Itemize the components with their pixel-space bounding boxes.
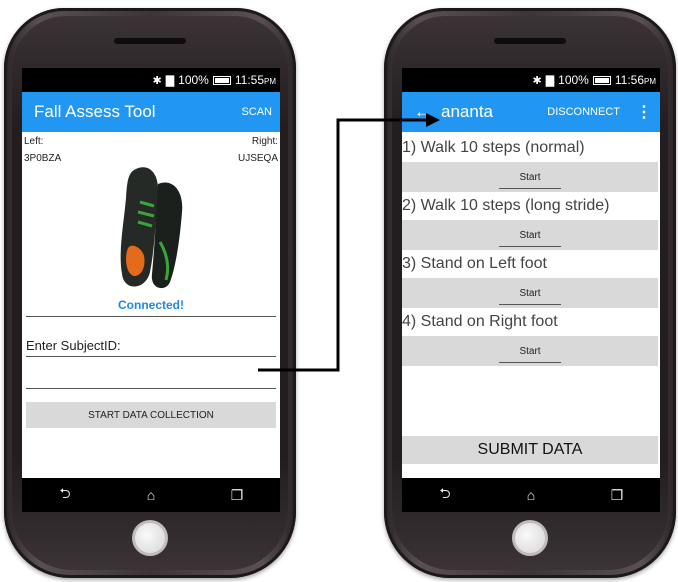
content-left: Left: Right: 3P0BZA UJSEQA Connected! En… <box>22 132 280 478</box>
nav-home-icon[interactable]: ⌂ <box>141 487 161 503</box>
app-bar-left: ← ananta <box>414 102 493 122</box>
task-item: 1) Walk 10 steps (normal) Start <box>402 138 660 192</box>
button-underline <box>499 246 561 247</box>
submit-data-button[interactable]: SUBMIT DATA <box>402 436 658 464</box>
hardware-home-button[interactable] <box>512 520 548 556</box>
back-arrow-icon[interactable]: ← <box>414 102 431 122</box>
task-item: 4) Stand on Right foot Start <box>402 312 660 366</box>
battery-percent: 100% <box>178 73 209 87</box>
start-button[interactable]: Start <box>402 278 658 308</box>
start-button[interactable]: Start <box>402 220 658 250</box>
task-label: 3) Stand on Left foot <box>402 255 547 272</box>
battery-icon <box>212 75 231 85</box>
nav-bar: ⮌ ⌂ ❐ <box>22 478 280 512</box>
screen-right: ✱ ▇ 100% 11:56PM ← ananta DISCONNECT ⋮ 1… <box>402 68 660 512</box>
bluetooth-icon: ✱ <box>532 74 542 87</box>
start-button-label: Start <box>519 287 541 299</box>
app-bar: Fall Assess Tool SCAN <box>22 92 280 132</box>
overflow-menu-icon[interactable]: ⋮ <box>636 102 652 122</box>
right-label: Right: <box>251 136 278 147</box>
nav-back-icon[interactable]: ⮌ <box>435 483 455 507</box>
hardware-home-button[interactable] <box>132 520 168 556</box>
nav-recent-icon[interactable]: ❐ <box>227 487 247 504</box>
divider <box>26 316 276 317</box>
start-button[interactable]: Start <box>402 162 658 192</box>
nav-recent-icon[interactable]: ❐ <box>607 487 627 504</box>
speaker <box>114 38 186 44</box>
insole-image <box>120 167 183 289</box>
sensor-labels: Left: Right: <box>22 132 280 147</box>
content-right: 1) Walk 10 steps (normal) Start 2) Walk … <box>402 132 660 478</box>
right-sensor-id: UJSEQA <box>237 153 278 164</box>
start-button-label: Start <box>519 229 541 241</box>
signal-icon: ▇ <box>165 74 175 87</box>
phone-left: ✱ ▇ 100% 11:55PM Fall Assess Tool SCAN L… <box>4 8 296 578</box>
app-title: Fall Assess Tool <box>34 102 156 121</box>
button-underline <box>499 304 561 305</box>
left-label: Left: <box>24 136 44 147</box>
task-label: 2) Walk 10 steps (long stride) <box>402 197 610 214</box>
battery-icon <box>592 75 611 85</box>
phone-right: ✱ ▇ 100% 11:56PM ← ananta DISCONNECT ⋮ 1… <box>384 8 676 578</box>
task-label: 4) Stand on Right foot <box>402 313 558 330</box>
app-bar: ← ananta DISCONNECT ⋮ <box>402 92 660 132</box>
task-item: 2) Walk 10 steps (long stride) Start <box>402 196 660 250</box>
button-underline <box>499 188 561 189</box>
nav-bar: ⮌ ⌂ ❐ <box>402 478 660 512</box>
signal-icon: ▇ <box>545 74 555 87</box>
nav-home-icon[interactable]: ⌂ <box>521 487 541 503</box>
connection-status: Connected! <box>118 298 184 312</box>
subject-id-input[interactable] <box>26 388 276 389</box>
screen-left: ✱ ▇ 100% 11:55PM Fall Assess Tool SCAN L… <box>22 68 280 512</box>
speaker <box>494 38 566 44</box>
status-bar: ✱ ▇ 100% 11:55PM <box>22 68 280 92</box>
start-button-label: Start <box>519 345 541 357</box>
status-bar: ✱ ▇ 100% 11:56PM <box>402 68 660 92</box>
disconnect-button[interactable]: DISCONNECT <box>547 106 620 118</box>
status-time: 11:55PM <box>234 73 276 87</box>
start-button[interactable]: Start <box>402 336 658 366</box>
app-title: ananta <box>441 102 493 121</box>
stage: ✱ ▇ 100% 11:55PM Fall Assess Tool SCAN L… <box>0 0 678 582</box>
scan-button[interactable]: SCAN <box>241 106 272 118</box>
app-bar-actions: DISCONNECT ⋮ <box>547 102 652 122</box>
divider <box>26 356 276 357</box>
task-item: 3) Stand on Left foot Start <box>402 254 660 308</box>
start-data-collection-button[interactable]: START DATA COLLECTION <box>26 402 276 428</box>
battery-percent: 100% <box>558 73 589 87</box>
status-time: 11:56PM <box>614 73 656 87</box>
subject-id-label: Enter SubjectID: <box>26 338 121 353</box>
left-sensor-id: 3P0BZA <box>24 153 62 164</box>
nav-back-icon[interactable]: ⮌ <box>55 483 75 507</box>
bluetooth-icon: ✱ <box>152 74 162 87</box>
button-underline <box>499 362 561 363</box>
start-button-label: Start <box>519 171 541 183</box>
task-label: 1) Walk 10 steps (normal) <box>402 139 585 156</box>
